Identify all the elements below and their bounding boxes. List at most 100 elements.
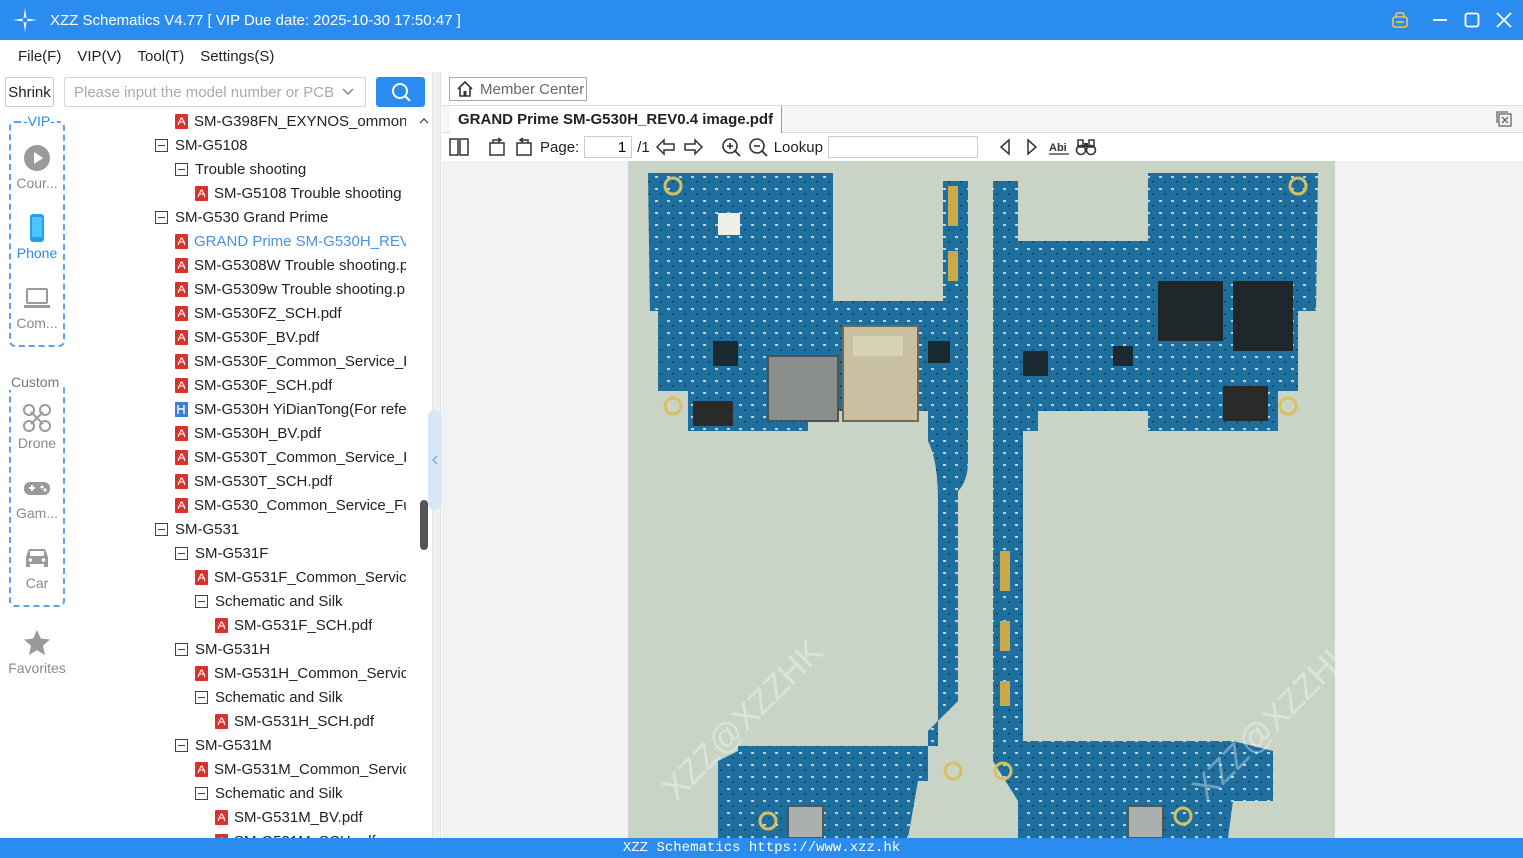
- chevron-down-icon[interactable]: [341, 84, 355, 98]
- collapse-toggle-icon[interactable]: [175, 738, 188, 752]
- pdf-file-icon: [175, 329, 188, 345]
- tree-file[interactable]: SM-G531F_SCH.pdf: [215, 613, 406, 637]
- tree-folder[interactable]: SM-G5108: [155, 133, 406, 157]
- tree-file[interactable]: SM-G530T_SCH.pdf: [175, 469, 406, 493]
- tree-file[interactable]: SM-G531M_BV.pdf: [215, 805, 406, 829]
- tree-file[interactable]: GRAND Prime SM-G530H_REV0: [175, 229, 406, 253]
- pdf-file-icon: [195, 569, 208, 585]
- find-previous-icon[interactable]: [994, 136, 1016, 158]
- collapse-toggle-icon[interactable]: [155, 522, 168, 536]
- tree-file[interactable]: SM-G530F_BV.pdf: [175, 325, 406, 349]
- rotate-right-icon[interactable]: [513, 136, 535, 158]
- tree-scroll-thumb[interactable]: [420, 500, 428, 550]
- page-number-input[interactable]: [584, 136, 633, 158]
- tree-folder[interactable]: SM-G531: [155, 517, 406, 541]
- search-input[interactable]: Please input the model number or PCB: [64, 77, 366, 107]
- search-icon: [391, 83, 411, 102]
- collapse-toggle-icon[interactable]: [195, 690, 208, 704]
- menu-file[interactable]: File(F): [18, 48, 61, 65]
- two-page-icon[interactable]: [448, 136, 470, 158]
- pdf-viewer[interactable]: XZZ@XZZHK XZZ@XZZHK: [442, 161, 1523, 838]
- tree-item-label: SM-G5309w Trouble shooting.p: [194, 280, 405, 298]
- tree-item-label: SM-G531M_BV.pdf: [234, 808, 363, 826]
- tree-file[interactable]: SM-G530H_BV.pdf: [175, 421, 406, 445]
- tree-file[interactable]: SM-G531H_Common_Service: [195, 661, 406, 685]
- collapse-toggle-icon[interactable]: [155, 138, 168, 152]
- member-center-button[interactable]: Member Center: [449, 77, 587, 101]
- close-tab-icon[interactable]: [1495, 110, 1513, 128]
- rail-item-phone[interactable]: Phone: [0, 213, 74, 261]
- tree-file[interactable]: SM-G530FZ_SCH.pdf: [175, 301, 406, 325]
- tree-file[interactable]: SM-G5308W Trouble shooting.p: [175, 253, 406, 277]
- status-bar: XZZ Schematics https://www.xzz.hk: [0, 838, 1523, 858]
- collapse-toggle-icon[interactable]: [175, 546, 188, 560]
- tree-folder[interactable]: Schematic and Silk: [195, 685, 406, 709]
- collapse-toggle-icon[interactable]: [175, 162, 188, 176]
- maximize-icon[interactable]: [1463, 11, 1481, 29]
- collapse-toggle-icon[interactable]: [195, 594, 208, 608]
- pdf-file-icon: [175, 113, 188, 129]
- tree-folder[interactable]: Schematic and Silk: [195, 589, 406, 613]
- gamepad-icon: [24, 482, 50, 495]
- tree-item-label: SM-G531F_Common_Service: [214, 568, 406, 586]
- shrink-button[interactable]: Shrink: [5, 77, 54, 107]
- lock-icon[interactable]: [1391, 11, 1409, 29]
- collapse-toggle-icon[interactable]: [175, 642, 188, 656]
- tree-folder[interactable]: Schematic and Silk: [195, 781, 406, 805]
- pdf-file-icon: [195, 665, 208, 681]
- rail-item-gaming[interactable]: Gam...: [0, 473, 74, 521]
- rail-item-favorites[interactable]: Favorites: [0, 628, 74, 676]
- menu-bar: File(F) VIP(V) Tool(T) Settings(S): [0, 40, 1523, 72]
- scroll-up-icon[interactable]: [418, 115, 430, 127]
- tree-folder[interactable]: Trouble shooting: [175, 157, 406, 181]
- tree-item-label: Schematic and Silk: [215, 688, 343, 706]
- minimize-icon[interactable]: [1431, 11, 1449, 29]
- zoom-in-icon[interactable]: [720, 136, 742, 158]
- zoom-out-icon[interactable]: [747, 136, 769, 158]
- collapse-toggle-icon[interactable]: [155, 210, 168, 224]
- pdf-page: XZZ@XZZHK XZZ@XZZHK: [628, 161, 1335, 838]
- tree-item-label: SM-G5108 Trouble shooting: [214, 184, 402, 202]
- next-page-icon[interactable]: [682, 136, 704, 158]
- lookup-input[interactable]: [827, 136, 978, 158]
- menu-vip[interactable]: VIP(V): [77, 48, 121, 65]
- tree-file[interactable]: SM-G531M_Common_Servic: [195, 757, 406, 781]
- tree-item-label: SM-G531M_Common_Servic: [214, 760, 406, 778]
- match-case-icon[interactable]: Abi: [1048, 136, 1070, 158]
- rotate-left-icon[interactable]: [486, 136, 508, 158]
- find-next-icon[interactable]: [1021, 136, 1043, 158]
- tree-file[interactable]: SM-G398FN_EXYNOS_ommon_S: [175, 111, 406, 133]
- tree-item-label: Schematic and Silk: [215, 784, 343, 802]
- tree-file[interactable]: SM-G530H YiDianTong(For refe: [175, 397, 406, 421]
- rail-item-car[interactable]: Car: [0, 543, 74, 591]
- tree-folder[interactable]: SM-G531H: [175, 637, 406, 661]
- tree-file[interactable]: SM-G530_Common_Service_Full: [175, 493, 406, 517]
- tree-folder[interactable]: SM-G531F: [175, 541, 406, 565]
- rail-item-computer[interactable]: Com...: [0, 283, 74, 331]
- binoculars-icon[interactable]: [1075, 136, 1097, 158]
- menu-tool[interactable]: Tool(T): [138, 48, 185, 65]
- search-button[interactable]: [376, 77, 425, 107]
- vip-group-label: -VIP-: [21, 113, 57, 129]
- tree-file[interactable]: SM-G531M_SCH.pdf: [215, 829, 406, 838]
- rail-item-drone[interactable]: Drone: [0, 403, 74, 451]
- document-tab[interactable]: GRAND Prime SM-G530H_REV0.4 image.pdf: [450, 106, 783, 133]
- tree-folder[interactable]: SM-G531M: [175, 733, 406, 757]
- tree-item-label: SM-G5108: [175, 136, 248, 154]
- previous-page-icon[interactable]: [655, 136, 677, 158]
- collapse-toggle-icon[interactable]: [195, 786, 208, 800]
- tree-file[interactable]: SM-G531F_Common_Service: [195, 565, 406, 589]
- tree-file[interactable]: SM-G5309w Trouble shooting.p: [175, 277, 406, 301]
- collapse-panel-handle[interactable]: [428, 410, 442, 510]
- close-icon[interactable]: [1495, 11, 1513, 29]
- tree-file[interactable]: SM-G530F_SCH.pdf: [175, 373, 406, 397]
- tree-folder[interactable]: SM-G530 Grand Prime: [155, 205, 406, 229]
- tree-file[interactable]: SM-G531H_SCH.pdf: [215, 709, 406, 733]
- tree-file[interactable]: SM-G5108 Trouble shooting: [195, 181, 406, 205]
- menu-settings[interactable]: Settings(S): [200, 48, 274, 65]
- tree-item-label: SM-G531H_Common_Service: [214, 664, 406, 682]
- tree-file[interactable]: SM-G530F_Common_Service_Fu: [175, 349, 406, 373]
- tree-file[interactable]: SM-G530T_Common_Service_Fu: [175, 445, 406, 469]
- star-icon: [24, 630, 50, 655]
- rail-item-courses[interactable]: Cour...: [0, 143, 74, 191]
